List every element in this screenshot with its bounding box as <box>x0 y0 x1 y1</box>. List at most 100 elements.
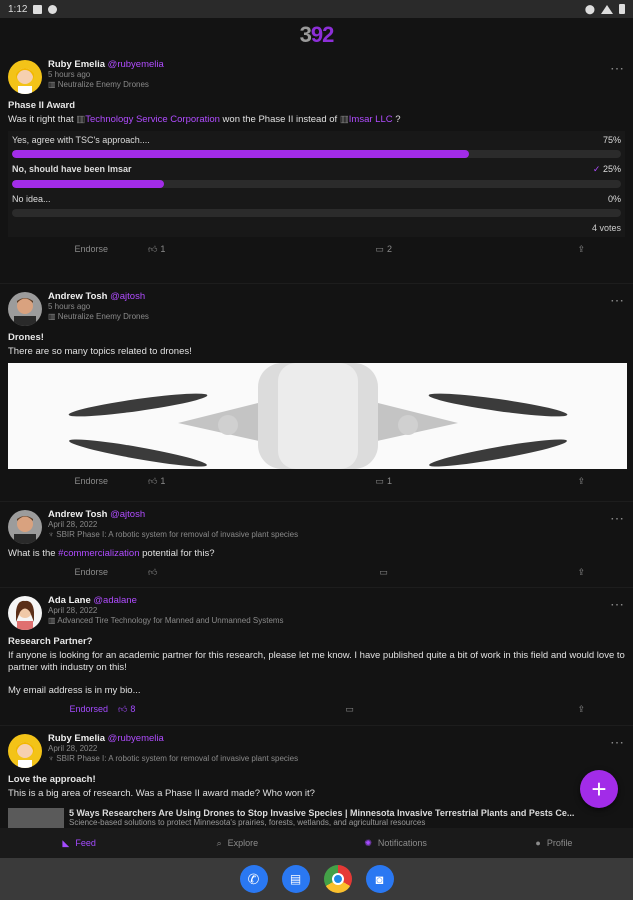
messages-app[interactable]: ▤ <box>281 865 310 893</box>
post-time: April 28, 2022 <box>48 744 98 753</box>
poll-option[interactable]: No idea... 0% <box>12 194 621 217</box>
feed[interactable]: Ruby Emelia @rubyemelia 5 hours ago ▥ Ne… <box>0 52 633 830</box>
app-logo[interactable]: 392 <box>300 22 335 48</box>
company-link[interactable]: Technology Service Corporation <box>85 114 220 125</box>
share-icon: ⇪ <box>577 475 585 486</box>
status-bar: 1:12 ⬤ <box>0 0 633 18</box>
avatar[interactable] <box>8 510 42 544</box>
post-topic[interactable]: ▥ Neutralize Enemy Drones <box>48 312 149 322</box>
more-options-icon[interactable]: ⋯ <box>610 60 625 77</box>
nav-profile[interactable]: ● Profile <box>475 838 633 848</box>
post-title: Love the approach! <box>8 774 96 785</box>
post-card[interactable]: Ruby Emelia @rubyemelia 5 hours ago ▥ Ne… <box>0 52 633 284</box>
nav-notifications[interactable]: ✺ Notifications <box>317 838 475 849</box>
thumbs-button[interactable]: 👍︎ 1 <box>148 244 165 255</box>
phone-icon: ✆ <box>247 870 260 887</box>
notification-icon <box>33 4 43 14</box>
thumbs-up-icon: 👍︎ <box>148 243 158 254</box>
endorse-button[interactable]: Endorse <box>8 476 108 486</box>
avatar[interactable] <box>8 734 42 768</box>
post-image[interactable] <box>8 363 627 469</box>
comment-button[interactable]: ▭ <box>379 567 388 578</box>
author-name[interactable]: Ruby Emelia @rubyemelia <box>48 60 164 70</box>
nav-feed[interactable]: ◣ Feed <box>0 838 158 849</box>
more-options-icon[interactable]: ⋯ <box>610 510 625 527</box>
post-time: 5 hours ago <box>48 302 91 311</box>
comment-button[interactable]: ▭ 2 <box>375 244 392 255</box>
post-card[interactable]: Ruby Emelia @rubyemelia April 28, 2022 ♆… <box>0 726 633 830</box>
message-icon <box>48 4 58 14</box>
post-text: There are so many topics related to dron… <box>8 346 192 357</box>
comment-icon: ▭ <box>379 566 388 577</box>
search-icon: ⌕ <box>216 837 222 848</box>
post-title: Phase II Award <box>8 100 76 111</box>
thumbs-button[interactable]: 👍︎ <box>148 567 157 578</box>
post-topic[interactable]: ▥ Advanced Tire Technology for Manned an… <box>48 616 284 626</box>
more-options-icon[interactable]: ⋯ <box>610 734 625 751</box>
post-text: This is a big area of research. Was a Ph… <box>8 788 315 799</box>
post-title: Drones! <box>8 332 44 343</box>
app-header: 392 <box>0 18 633 52</box>
author-name[interactable]: Andrew Tosh @ajtosh <box>48 510 298 520</box>
poll-bar-fill <box>12 150 469 158</box>
link-preview[interactable]: 5 Ways Researchers Are Using Drones to S… <box>8 808 625 830</box>
author-name[interactable]: Ada Lane @adalane <box>48 596 284 606</box>
share-button[interactable]: ⇪ <box>577 567 585 578</box>
poll-bar-fill <box>12 180 165 188</box>
thumbs-button[interactable]: 👍︎ 8 <box>118 704 135 715</box>
nav-explore[interactable]: ⌕ Explore <box>158 838 316 849</box>
share-icon: ⇪ <box>577 703 585 714</box>
company-icon: ▥ <box>76 114 86 125</box>
avatar[interactable] <box>8 60 42 94</box>
more-options-icon[interactable]: ⋯ <box>610 292 625 309</box>
post-card[interactable]: Ada Lane @adalane April 28, 2022 ▥ Advan… <box>0 588 633 726</box>
avatar[interactable] <box>8 596 42 630</box>
post-title: Research Partner? <box>8 636 93 647</box>
camera-icon: ◙ <box>375 871 384 887</box>
avatar[interactable] <box>8 292 42 326</box>
share-button[interactable]: ⇪ <box>577 244 585 255</box>
poll-option[interactable]: Yes, agree with TSC's approach.... 75% <box>12 135 621 158</box>
thumbs-up-icon: 👍︎ <box>148 566 158 577</box>
post-topic[interactable]: ♆ SBIR Phase I: A robotic system for rem… <box>48 530 298 540</box>
link-preview-thumbnail <box>8 808 64 828</box>
link-preview-title: 5 Ways Researchers Are Using Drones to S… <box>69 808 575 818</box>
person-icon: ● <box>535 838 541 848</box>
post-topic[interactable]: ♆ SBIR Phase I: A robotic system for rem… <box>48 754 298 764</box>
author-name[interactable]: Andrew Tosh @ajtosh <box>48 292 149 302</box>
rss-icon: ◣ <box>62 837 70 848</box>
vote-count: 4 votes <box>591 223 621 233</box>
share-button[interactable]: ⇪ <box>577 704 585 715</box>
post-topic[interactable]: ▥ Neutralize Enemy Drones <box>48 80 164 90</box>
more-options-icon[interactable]: ⋯ <box>610 596 625 613</box>
company-link[interactable]: Imsar LLC <box>349 114 393 125</box>
share-button[interactable]: ⇪ <box>577 476 585 487</box>
chrome-app[interactable] <box>323 865 352 893</box>
comment-icon: ▭ <box>375 243 384 254</box>
endorse-button[interactable]: Endorsed <box>8 704 108 714</box>
comment-button[interactable]: ▭ <box>345 704 354 715</box>
poll-option[interactable]: No, should have been Imsar ✓ 25% <box>12 164 621 188</box>
company-icon: ▥ <box>339 114 349 125</box>
new-post-button[interactable]: + <box>580 770 618 808</box>
thumbs-button[interactable]: 👍︎ 1 <box>148 476 165 487</box>
comment-button[interactable]: ▭ 1 <box>375 476 392 487</box>
camera-app[interactable]: ◙ <box>365 865 394 893</box>
hashtag-link[interactable]: #commercialization <box>58 548 139 559</box>
comment-icon: ▭ <box>375 475 384 486</box>
endorse-button[interactable]: Endorse <box>8 244 108 254</box>
endorse-button[interactable]: Endorse <box>8 567 108 577</box>
system-dock: ✆ ▤ ◙ <box>0 858 633 900</box>
check-icon: ✓ <box>592 164 601 174</box>
wifi-icon <box>601 4 613 14</box>
phone-app[interactable]: ✆ <box>239 865 268 893</box>
post-time: April 28, 2022 <box>48 606 98 615</box>
clock: 1:12 <box>8 3 28 15</box>
author-name[interactable]: Ruby Emelia @rubyemelia <box>48 734 298 744</box>
post-card[interactable]: Andrew Tosh @ajtosh April 28, 2022 ♆ SBI… <box>0 502 633 588</box>
post-time: 5 hours ago <box>48 70 91 79</box>
bottom-nav: ◣ Feed ⌕ Explore ✺ Notifications ● Profile <box>0 828 633 858</box>
thumbs-up-icon: 👍︎ <box>148 475 158 486</box>
thumbs-up-icon: 👍︎ <box>118 703 128 714</box>
post-card[interactable]: Andrew Tosh @ajtosh 5 hours ago ▥ Neutra… <box>0 284 633 502</box>
